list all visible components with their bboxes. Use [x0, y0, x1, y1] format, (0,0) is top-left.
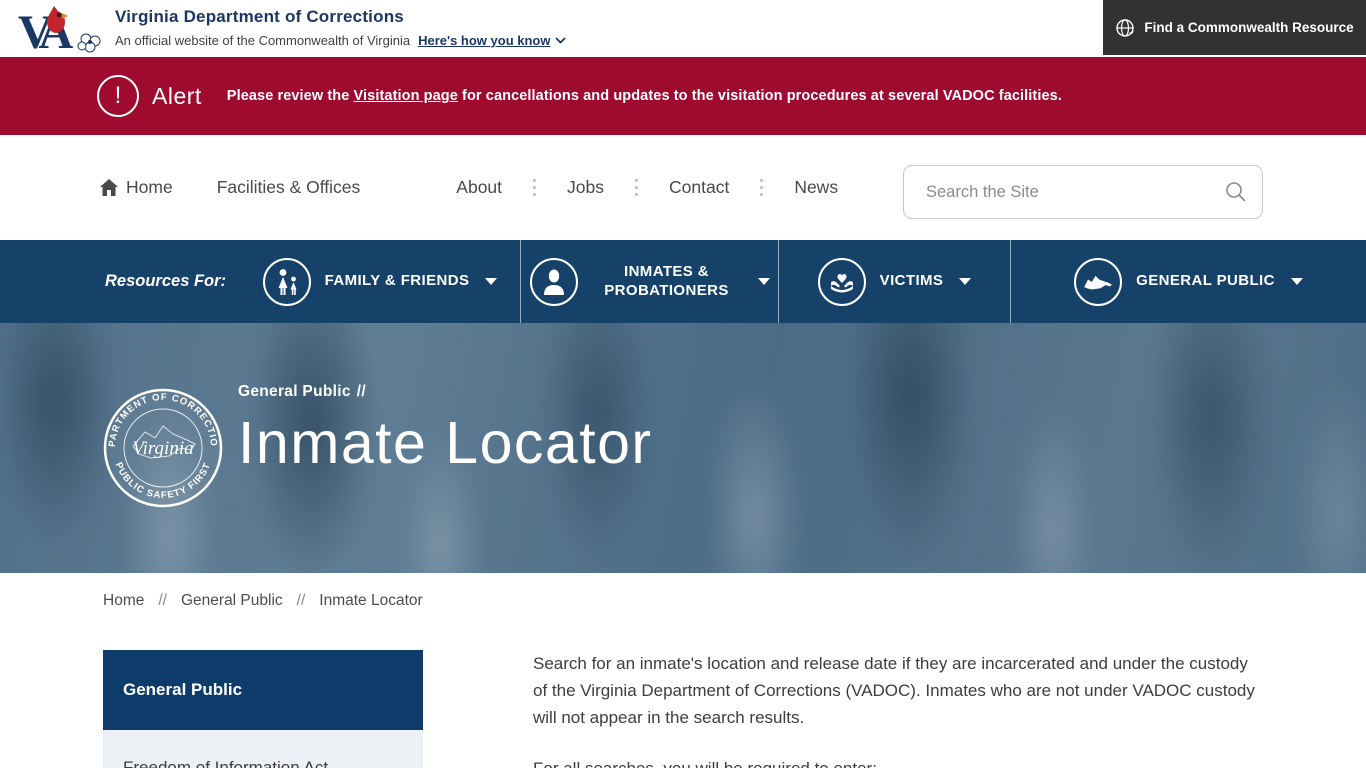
virginia-state-icon [1074, 258, 1122, 306]
official-text: An official website of the Commonwealth … [115, 33, 410, 48]
svg-text:Virginia: Virginia [132, 438, 193, 459]
nav-separator [533, 179, 536, 196]
intro-paragraph: Search for an inmate's location and rele… [533, 650, 1259, 731]
main-navigation: Home Facilities & Offices About Jobs Con… [0, 135, 1366, 240]
sidebar-body: Freedom of Information Act [103, 730, 423, 768]
brand-block: Virginia Department of Corrections An of… [115, 7, 566, 48]
top-header: VA Virginia Department of Corrections An… [0, 0, 1366, 57]
visitation-page-link[interactable]: Visitation page [354, 88, 458, 104]
va-cardinal-logo-icon: VA [18, 3, 110, 55]
search-input[interactable] [926, 183, 1224, 202]
nav-contact[interactable]: Contact [669, 177, 729, 198]
vadoc-logo[interactable]: VA [18, 3, 110, 55]
site-title: Virginia Department of Corrections [115, 7, 566, 27]
main-content: Search for an inmate's location and rele… [533, 650, 1259, 768]
nav-news[interactable]: News [794, 177, 838, 198]
svg-text:VA: VA [18, 6, 73, 55]
page: VA Virginia Department of Corrections An… [0, 0, 1366, 768]
alert-message: Please review the Visitation page for ca… [227, 88, 1062, 104]
nav-separator [760, 179, 763, 196]
search-icon[interactable] [1224, 180, 1248, 204]
resources-for-label: Resources For: [105, 240, 240, 323]
breadcrumb-current: Inmate Locator [319, 592, 422, 610]
vadoc-seal-icon: DEPARTMENT OF CORRECTIONS PUBLIC SAFETY … [103, 388, 223, 508]
nav-jobs[interactable]: Jobs [567, 177, 604, 198]
exclamation-circle-icon: ! [97, 75, 139, 117]
alert-label: Alert [152, 83, 202, 110]
sidebar-header-general-public[interactable]: General Public [103, 650, 423, 730]
menu-inmates-probationers[interactable]: INMATES & PROBATIONERS [520, 240, 778, 323]
menu-victims[interactable]: VICTIMS [778, 240, 1010, 323]
site-search [903, 165, 1263, 219]
section-sidebar: General Public Freedom of Information Ac… [103, 650, 423, 768]
sidebar-item-foia[interactable]: Freedom of Information Act [123, 758, 423, 768]
menu-general-public[interactable]: GENERAL PUBLIC [1010, 240, 1366, 323]
menu-label: GENERAL PUBLIC [1136, 272, 1275, 291]
caret-down-icon [758, 278, 770, 285]
hero-eyebrow: General Public// [238, 383, 653, 401]
heres-how-you-know-link[interactable]: Here's how you know [418, 33, 566, 48]
chevron-down-icon [555, 37, 566, 44]
caret-down-icon [959, 278, 971, 285]
find-commonwealth-resource-button[interactable]: Find a Commonwealth Resource [1103, 0, 1366, 55]
person-icon [530, 258, 578, 306]
nav-about[interactable]: About [456, 177, 502, 198]
nav-home[interactable]: Home [100, 177, 173, 198]
resource-button-label: Find a Commonwealth Resource [1144, 20, 1353, 35]
menu-family-friends[interactable]: FAMILY & FRIENDS [240, 240, 520, 323]
page-title: Inmate Locator [238, 409, 653, 477]
hands-heart-icon [818, 258, 866, 306]
breadcrumb-home[interactable]: Home [103, 592, 144, 610]
alert-banner: ! Alert Please review the Visitation pag… [0, 57, 1366, 135]
breadcrumb: Home // General Public // Inmate Locator [103, 592, 423, 610]
resources-bar: Resources For: FAMILY & FRIENDS [0, 240, 1366, 323]
caret-down-icon [485, 278, 497, 285]
menu-label: VICTIMS [880, 272, 944, 291]
menu-label: INMATES & PROBATIONERS [592, 263, 742, 301]
globe-icon [1115, 18, 1135, 38]
nav-separator [635, 179, 638, 196]
search-requirements-lead: For all searches, you will be required t… [533, 755, 1259, 768]
breadcrumb-general-public[interactable]: General Public [181, 592, 283, 610]
menu-label: FAMILY & FRIENDS [325, 272, 470, 291]
caret-down-icon [1291, 278, 1303, 285]
nav-facilities-offices[interactable]: Facilities & Offices [217, 177, 361, 198]
family-icon [263, 258, 311, 306]
home-icon [100, 179, 118, 196]
hero-banner: DEPARTMENT OF CORRECTIONS PUBLIC SAFETY … [0, 323, 1366, 573]
